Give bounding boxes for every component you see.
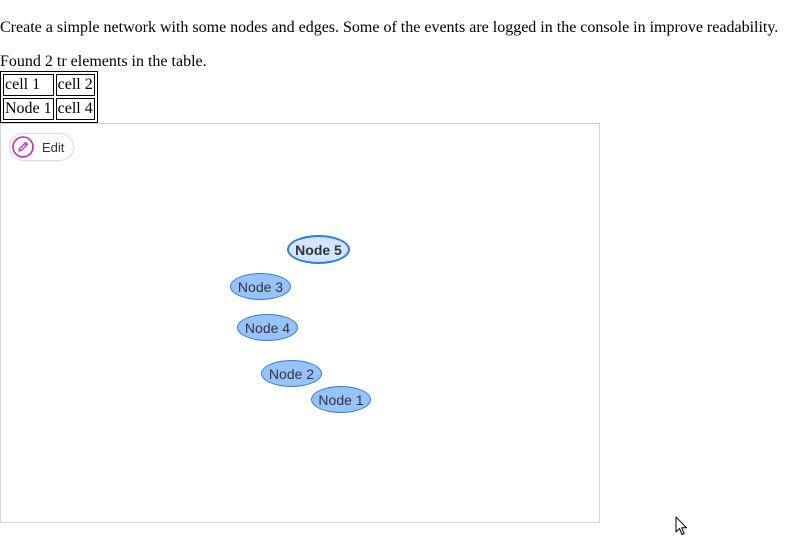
network-node[interactable]: Node 3 bbox=[230, 273, 291, 300]
node-label: Node 1 bbox=[318, 391, 364, 408]
node-label: Node 2 bbox=[268, 365, 315, 382]
node-label: Node 5 bbox=[295, 241, 342, 258]
table-row: cell 1 cell 2 bbox=[3, 74, 95, 96]
network-canvas[interactable]: Edit Node 5 Node 3 Node 4 Node 2 Node 1 bbox=[0, 123, 600, 523]
edit-label: Edit bbox=[42, 139, 65, 155]
table-cell: Node 1 bbox=[3, 98, 54, 120]
network-node[interactable]: Node 4 bbox=[237, 314, 298, 341]
found-rows-text: Found 2 tr elements in the table. bbox=[0, 53, 207, 70]
network-node[interactable]: Node 1 bbox=[311, 386, 371, 413]
demo-table: cell 1 cell 2 Node 1 cell 4 bbox=[0, 71, 98, 123]
mouse-cursor-icon bbox=[675, 516, 687, 535]
node-label: Node 3 bbox=[237, 278, 284, 295]
network-node[interactable]: Node 5 bbox=[287, 235, 350, 264]
pencil-icon bbox=[12, 136, 34, 158]
node-label: Node 4 bbox=[244, 319, 291, 336]
table-cell: cell 4 bbox=[55, 98, 95, 120]
table-row: Node 1 cell 4 bbox=[3, 98, 95, 120]
edit-button[interactable]: Edit bbox=[10, 134, 74, 160]
table-cell: cell 2 bbox=[55, 74, 95, 96]
intro-text: Create a simple network with some nodes … bbox=[0, 19, 779, 36]
network-node[interactable]: Node 2 bbox=[261, 360, 322, 387]
table-cell: cell 1 bbox=[3, 74, 54, 96]
